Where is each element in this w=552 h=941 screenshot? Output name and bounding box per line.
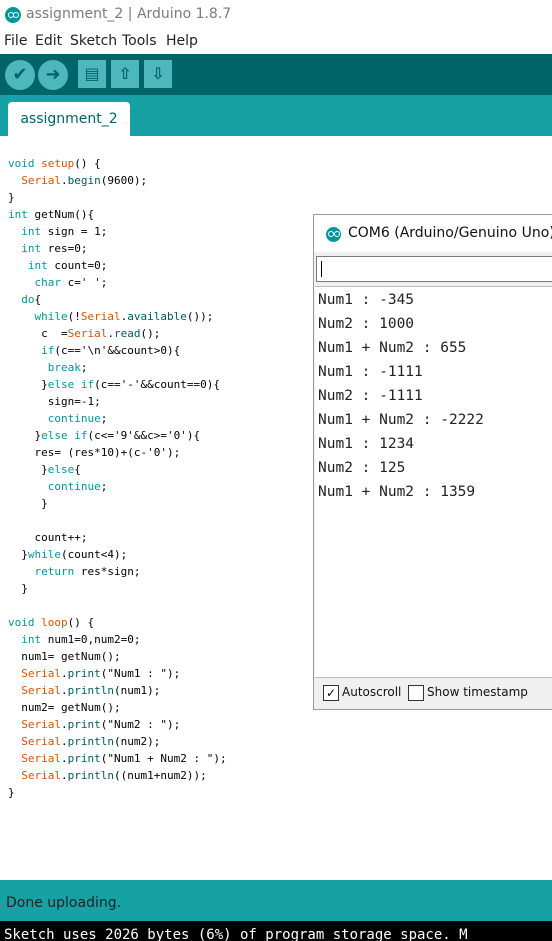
window-title: assignment_2 | Arduino 1.8.7 [26, 6, 232, 22]
console-output[interactable]: Sketch uses 2026 bytes (6%) of program s… [0, 921, 552, 941]
text-caret [321, 261, 322, 277]
serial-output-line: Num1 : 1234 [318, 436, 415, 452]
serial-monitor-titlebar: COM6 (Arduino/Genuino Uno) [314, 215, 552, 252]
menu-file[interactable]: File [4, 33, 27, 49]
menu-tools[interactable]: Tools [122, 33, 157, 49]
menu-sketch[interactable]: Sketch [70, 33, 117, 49]
tab-strip: assignment_2 [0, 95, 552, 136]
show-timestamp-label: Show timestamp [427, 685, 528, 699]
show-timestamp-checkbox[interactable] [408, 685, 424, 701]
serial-output-line: Num2 : -1111 [318, 388, 423, 404]
status-message: Done uploading. [6, 895, 122, 911]
title-bar: assignment_2 | Arduino 1.8.7 [0, 0, 552, 30]
arduino-logo-icon [326, 227, 341, 242]
serial-output-line: Num1 + Num2 : 1359 [318, 484, 476, 500]
menu-help[interactable]: Help [166, 33, 198, 49]
arrow-right-icon: ➜ [45, 64, 61, 85]
arduino-logo-icon [5, 7, 21, 23]
serial-output-area[interactable]: Num1 : -345 Num2 : 1000 Num1 + Num2 : 65… [315, 286, 552, 678]
upload-button[interactable]: ➜ [38, 60, 68, 90]
serial-output-line: Num2 : 1000 [318, 316, 415, 332]
download-arrow-icon: ⇩ [151, 64, 165, 83]
serial-output-line: Num2 : 125 [318, 460, 406, 476]
console-text: Sketch uses 2026 bytes (6%) of program s… [4, 927, 468, 941]
autoscroll-label: Autoscroll [342, 685, 402, 699]
new-file-icon: ▤ [84, 64, 100, 83]
serial-monitor-window: COM6 (Arduino/Genuino Uno) Num1 : -345 N… [313, 214, 552, 710]
serial-monitor-footer: ✓ Autoscroll Show timestamp [314, 678, 552, 709]
serial-output-line: Num1 + Num2 : 655 [318, 340, 467, 356]
verify-button[interactable]: ✔ [5, 60, 35, 90]
menu-edit[interactable]: Edit [35, 33, 62, 49]
upload-arrow-icon: ⇧ [118, 64, 132, 83]
serial-output-line: Num1 : -1111 [318, 364, 423, 380]
checkmark-icon: ✔ [12, 64, 28, 85]
serial-output-line: Num1 + Num2 : -2222 [318, 412, 484, 428]
new-sketch-button[interactable]: ▤ [78, 60, 106, 88]
serial-monitor-title: COM6 (Arduino/Genuino Uno) [348, 225, 552, 241]
serial-output-line: Num1 : -345 [318, 292, 415, 308]
serial-input-field[interactable] [316, 256, 552, 282]
code-text[interactable]: void setup() { Serial.begin(9600); } int… [8, 155, 227, 801]
status-bar: Done uploading. [0, 880, 552, 921]
tab-assignment-2[interactable]: assignment_2 [8, 102, 130, 136]
menu-bar: File Edit Sketch Tools Help [0, 30, 552, 55]
save-sketch-button[interactable]: ⇩ [144, 60, 172, 88]
open-sketch-button[interactable]: ⇧ [111, 60, 139, 88]
toolbar: ✔ ➜ ▤ ⇧ ⇩ [0, 54, 552, 95]
autoscroll-checkbox[interactable]: ✓ [323, 685, 339, 701]
